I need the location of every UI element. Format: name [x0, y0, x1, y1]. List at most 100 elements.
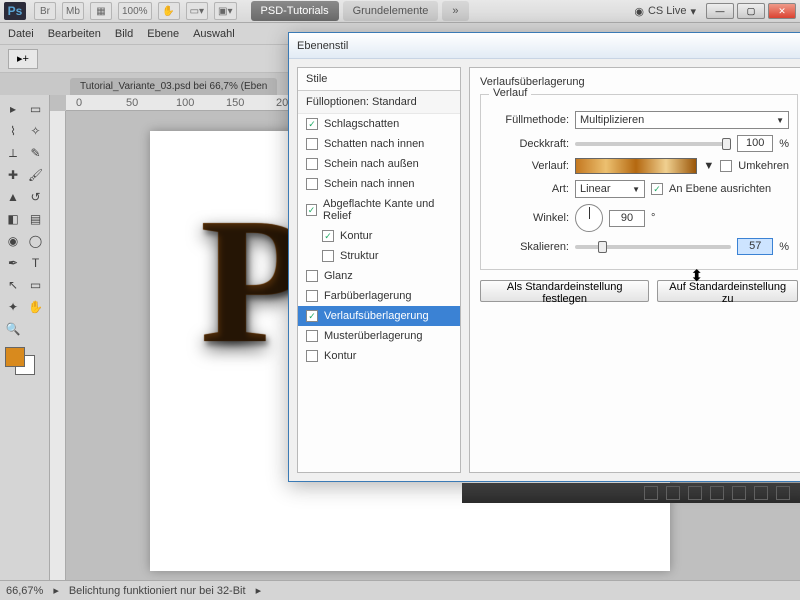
scale-input[interactable]: 57 — [737, 238, 773, 255]
fx-icon[interactable] — [666, 486, 680, 500]
styles-heading[interactable]: Stile — [298, 68, 460, 91]
style-checkbox[interactable]: ✓ — [322, 230, 334, 242]
style-row-kontur[interactable]: Kontur — [298, 346, 460, 366]
style-row-glanz[interactable]: Glanz — [298, 266, 460, 286]
style-checkbox[interactable] — [306, 158, 318, 170]
status-zoom[interactable]: 66,67% — [6, 585, 43, 597]
menu-auswahl[interactable]: Auswahl — [193, 28, 235, 40]
eraser-tool-icon[interactable]: ◧ — [3, 209, 23, 229]
brush-tool-icon[interactable]: 🖌 — [26, 165, 46, 185]
style-label: Farbüberlagerung — [324, 290, 411, 302]
zoom-tool-icon[interactable]: 🔍 — [3, 319, 23, 339]
style-label: Struktur — [340, 250, 379, 262]
blend-options-row[interactable]: Fülloptionen: Standard — [298, 91, 460, 114]
blend-mode-select[interactable]: Multiplizieren▼ — [575, 111, 789, 129]
color-swatches[interactable] — [3, 347, 46, 379]
type-tool-icon[interactable]: T — [26, 253, 46, 273]
dialog-titlebar[interactable]: Ebenenstil — [289, 33, 800, 59]
mask-icon[interactable] — [688, 486, 702, 500]
trash-icon[interactable] — [776, 486, 790, 500]
style-row-kontur[interactable]: ✓Kontur — [298, 226, 460, 246]
style-checkbox[interactable]: ✓ — [306, 204, 317, 216]
window-maximize-button[interactable]: ▢ — [737, 3, 765, 19]
reverse-label: Umkehren — [738, 160, 789, 172]
angle-dial[interactable] — [575, 204, 603, 232]
style-checkbox[interactable] — [306, 290, 318, 302]
opacity-slider[interactable] — [575, 142, 731, 146]
history-brush-icon[interactable]: ↺ — [26, 187, 46, 207]
style-checkbox[interactable] — [306, 330, 318, 342]
group-icon[interactable] — [732, 486, 746, 500]
menu-bild[interactable]: Bild — [115, 28, 133, 40]
move-tool-icon[interactable]: ▸ — [3, 99, 23, 119]
arrange-icon[interactable]: ▭▾ — [186, 2, 208, 20]
style-row-struktur[interactable]: Struktur — [298, 246, 460, 266]
zoom-select[interactable]: 100% — [118, 2, 152, 20]
style-checkbox[interactable] — [306, 138, 318, 150]
style-row-farb-berlagerung[interactable]: Farbüberlagerung — [298, 286, 460, 306]
opacity-input[interactable]: 100 — [737, 135, 773, 152]
style-row-schatten-nach-innen[interactable]: Schatten nach innen — [298, 134, 460, 154]
shape-tool-icon[interactable]: ▭ — [26, 275, 46, 295]
workspace-tab-psdtutorials[interactable]: PSD-Tutorials — [251, 1, 339, 21]
scale-slider[interactable] — [575, 245, 731, 249]
document-tab[interactable]: Tutorial_Variante_03.psd bei 66,7% (Eben — [70, 78, 277, 95]
style-checkbox[interactable] — [306, 178, 318, 190]
3d-tool-icon[interactable]: ✦ — [3, 297, 23, 317]
screenmode-icon[interactable]: ▣▾ — [214, 2, 236, 20]
pen-tool-icon[interactable]: ✒ — [3, 253, 23, 273]
workspace-more[interactable]: » — [442, 1, 468, 21]
reverse-checkbox[interactable] — [720, 160, 732, 172]
style-checkbox[interactable] — [322, 250, 334, 262]
link-layers-icon[interactable] — [644, 486, 658, 500]
minibridge-button[interactable]: Mb — [62, 2, 84, 20]
window-close-button[interactable]: ✕ — [768, 3, 796, 19]
style-row-schein-nach-au-en[interactable]: Schein nach außen — [298, 154, 460, 174]
move-tool-indicator[interactable]: ▸+ — [8, 49, 38, 69]
style-row-muster-berlagerung[interactable]: Musterüberlagerung — [298, 326, 460, 346]
hand-tool-icon[interactable]: ✋ — [158, 2, 180, 20]
layer-style-dialog: Ebenenstil Stile Fülloptionen: Standard … — [288, 32, 800, 482]
cs-live-button[interactable]: ◉ CS Live ▾ — [634, 5, 696, 18]
crop-tool-icon[interactable]: ⟂ — [3, 143, 23, 163]
path-tool-icon[interactable]: ↖ — [3, 275, 23, 295]
stamp-tool-icon[interactable]: ▲ — [3, 187, 23, 207]
marquee-tool-icon[interactable]: ▭ — [26, 99, 46, 119]
hand-tool-icon[interactable]: ✋ — [26, 297, 46, 317]
style-checkbox[interactable]: ✓ — [306, 118, 318, 130]
menu-datei[interactable]: Datei — [8, 28, 34, 40]
menu-ebene[interactable]: Ebene — [147, 28, 179, 40]
angle-input[interactable]: 90 — [609, 210, 645, 227]
new-layer-icon[interactable] — [754, 486, 768, 500]
cs-live-icon: ◉ — [634, 5, 644, 18]
eyedropper-tool-icon[interactable]: ✎ — [26, 143, 46, 163]
adjustment-icon[interactable] — [710, 486, 724, 500]
gradient-tool-icon[interactable]: ▤ — [26, 209, 46, 229]
lasso-tool-icon[interactable]: ⌇ — [3, 121, 23, 141]
bridge-button[interactable]: Br — [34, 2, 56, 20]
menu-bearbeiten[interactable]: Bearbeiten — [48, 28, 101, 40]
style-checkbox[interactable] — [306, 350, 318, 362]
view-extras-button[interactable]: ▦ — [90, 2, 112, 20]
reset-default-button[interactable]: Auf Standardeinstellung zu — [657, 280, 798, 302]
gradient-style-select[interactable]: Linear▼ — [575, 180, 645, 198]
wand-tool-icon[interactable]: ✧ — [26, 121, 46, 141]
blur-tool-icon[interactable]: ◉ — [3, 231, 23, 251]
heal-tool-icon[interactable]: ✚ — [3, 165, 23, 185]
gradient-preview[interactable] — [575, 158, 697, 174]
align-checkbox[interactable]: ✓ — [651, 183, 663, 195]
window-minimize-button[interactable]: — — [706, 3, 734, 19]
fg-color-swatch[interactable] — [5, 347, 25, 367]
status-message: Belichtung funktioniert nur bei 32-Bit — [69, 585, 246, 597]
style-checkbox[interactable]: ✓ — [306, 310, 318, 322]
style-row-schlagschatten[interactable]: ✓Schlagschatten — [298, 114, 460, 134]
style-checkbox[interactable] — [306, 270, 318, 282]
dodge-tool-icon[interactable]: ◯ — [26, 231, 46, 251]
style-row-abgeflachte-kante-und-relief[interactable]: ✓Abgeflachte Kante und Relief — [298, 194, 460, 226]
make-default-button[interactable]: Als Standardeinstellung festlegen — [480, 280, 649, 302]
workspace-tab-grundelemente[interactable]: Grundelemente — [343, 1, 439, 21]
gradient-label: Verlauf: — [489, 160, 569, 172]
gradient-dropdown-icon[interactable]: ▼ — [703, 160, 714, 172]
style-row-verlaufs-berlagerung[interactable]: ✓Verlaufsüberlagerung — [298, 306, 460, 326]
style-row-schein-nach-innen[interactable]: Schein nach innen — [298, 174, 460, 194]
